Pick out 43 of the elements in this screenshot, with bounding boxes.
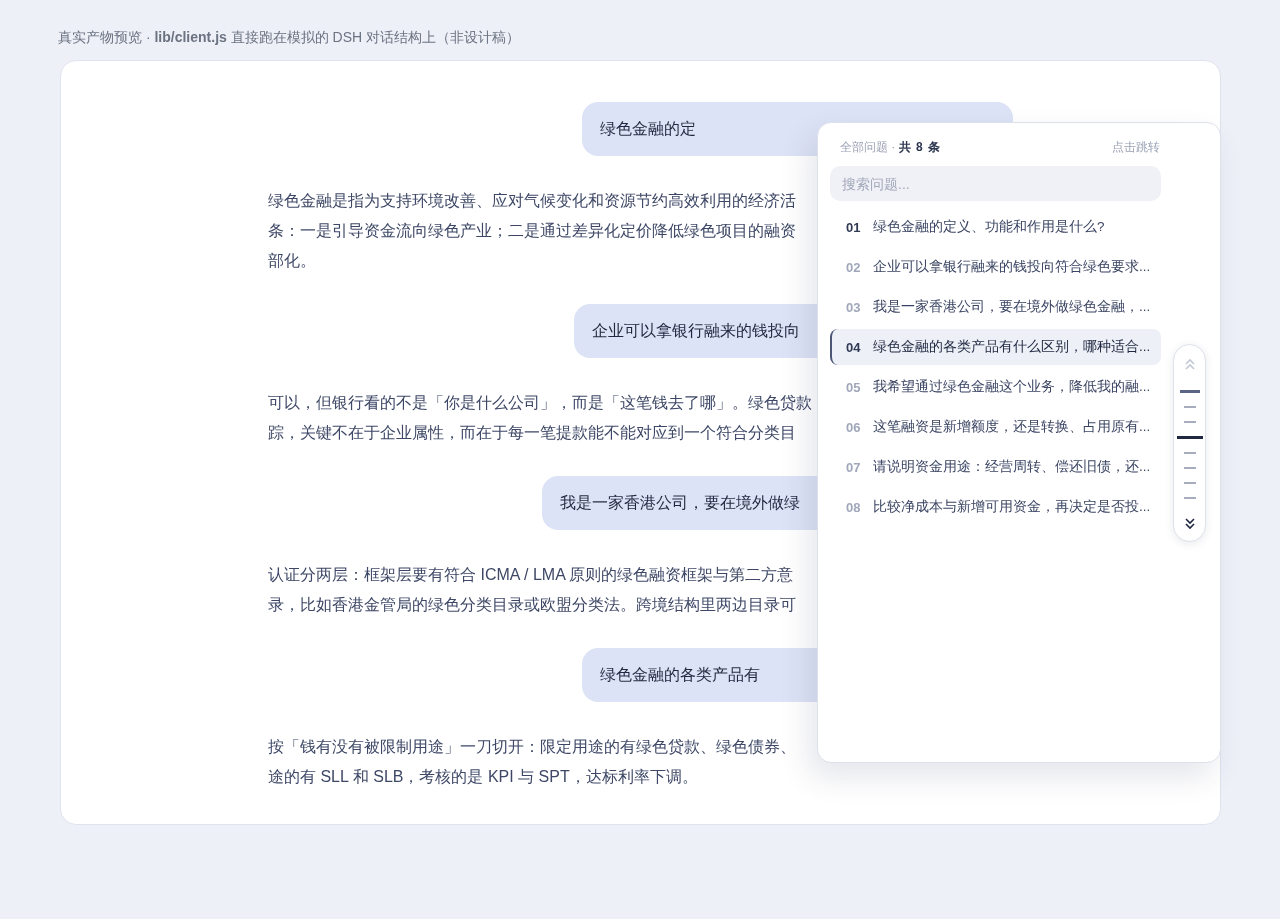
question-text: 请说明资金用途：经营周转、偿还旧债，还... bbox=[873, 458, 1151, 476]
message-text: 企业可以拿银行融来的钱投向 bbox=[592, 320, 800, 341]
answer-text: 按「钱有没有被限制用途」一刀切开：限定用途的有绿色贷款、绿色债券、 bbox=[268, 737, 796, 757]
question-item[interactable]: 02 企业可以拿银行融来的钱投向符合绿色要求... bbox=[830, 249, 1161, 285]
question-number: 02 bbox=[846, 259, 862, 275]
double-chevron-down-icon[interactable] bbox=[1183, 517, 1196, 531]
question-text: 比较净成本与新增可用资金，再决定是否投... bbox=[873, 498, 1151, 516]
page-caption: 真实产物预览 · lib/client.js 直接跑在模拟的 DSH 对话结构上（非设计稿） bbox=[58, 28, 522, 47]
question-number: 01 bbox=[846, 219, 862, 235]
panel-title: 全部问题 · 共 8 条 bbox=[840, 138, 941, 156]
question-number: 06 bbox=[846, 419, 862, 435]
message-text: 我是一家香港公司，要在境外做绿 bbox=[560, 492, 800, 513]
answer-text: 条：一是引导资金流向绿色产业；二是通过差异化定价降低绿色项目的融资 bbox=[268, 221, 796, 241]
question-number: 03 bbox=[846, 299, 862, 315]
question-item[interactable]: 07 请说明资金用途：经营周转、偿还旧债，还... bbox=[830, 449, 1161, 485]
question-text: 绿色金融的各类产品有什么区别，哪种适合... bbox=[873, 338, 1151, 356]
scroll-tick[interactable] bbox=[1176, 435, 1203, 439]
answer-text: 可以，但银行看的不是「你是什么公司」，而是「这笔钱去了哪」。绿色贷款 bbox=[268, 393, 812, 413]
question-item[interactable]: 06 这笔融资是新增额度，还是转换、占用原有... bbox=[830, 409, 1161, 445]
question-item[interactable]: 03 我是一家香港公司，要在境外做绿色金融，... bbox=[830, 289, 1161, 325]
question-number: 08 bbox=[846, 499, 862, 515]
message-text: 绿色金融的各类产品有 bbox=[600, 664, 760, 685]
question-item[interactable]: 01 绿色金融的定义、功能和作用是什么? bbox=[830, 209, 1161, 245]
question-item[interactable]: 04 绿色金融的各类产品有什么区别，哪种适合... bbox=[830, 329, 1161, 365]
question-text: 这笔融资是新增额度，还是转换、占用原有... bbox=[873, 418, 1151, 436]
question-item[interactable]: 05 我希望通过绿色金融这个业务，降低我的融... bbox=[830, 369, 1161, 405]
question-text: 企业可以拿银行融来的钱投向符合绿色要求... bbox=[873, 258, 1151, 276]
question-number: 07 bbox=[846, 459, 862, 475]
answer-text: 录，比如香港金管局的绿色分类目录或欧盟分类法。跨境结构里两边目录可 bbox=[268, 595, 796, 615]
search-field[interactable]: 搜索问题... bbox=[830, 166, 1161, 201]
answer-text: 认证分两层：框架层要有符合 ICMA / LMA 原则的绿色融资框架与第二方意 bbox=[268, 565, 794, 585]
panel-hint: 点击跳转 bbox=[1112, 138, 1160, 156]
answer-text: 绿色金融是指为支持环境改善、应对气候变化和资源节约高效利用的经济活 bbox=[268, 191, 796, 211]
question-item[interactable]: 08 比较净成本与新增可用资金，再决定是否投... bbox=[830, 489, 1161, 525]
answer-text: 途的有 SLL 和 SLB，考核的是 KPI 与 SPT，达标利率下调。 bbox=[268, 767, 698, 787]
question-number: 05 bbox=[846, 379, 862, 395]
question-number: 04 bbox=[846, 339, 862, 355]
message-text: 绿色金融的定 bbox=[600, 118, 696, 139]
answer-text: 部化。 bbox=[268, 251, 316, 271]
question-text: 我是一家香港公司，要在境外做绿色金融，... bbox=[873, 298, 1151, 316]
question-text: 绿色金融的定义、功能和作用是什么? bbox=[873, 218, 1105, 236]
question-text: 我希望通过绿色金融这个业务，降低我的融... bbox=[873, 378, 1151, 396]
answer-text: 踪，关键不在于企业属性，而在于每一笔提款能不能对应到一个符合分类目 bbox=[268, 423, 796, 443]
